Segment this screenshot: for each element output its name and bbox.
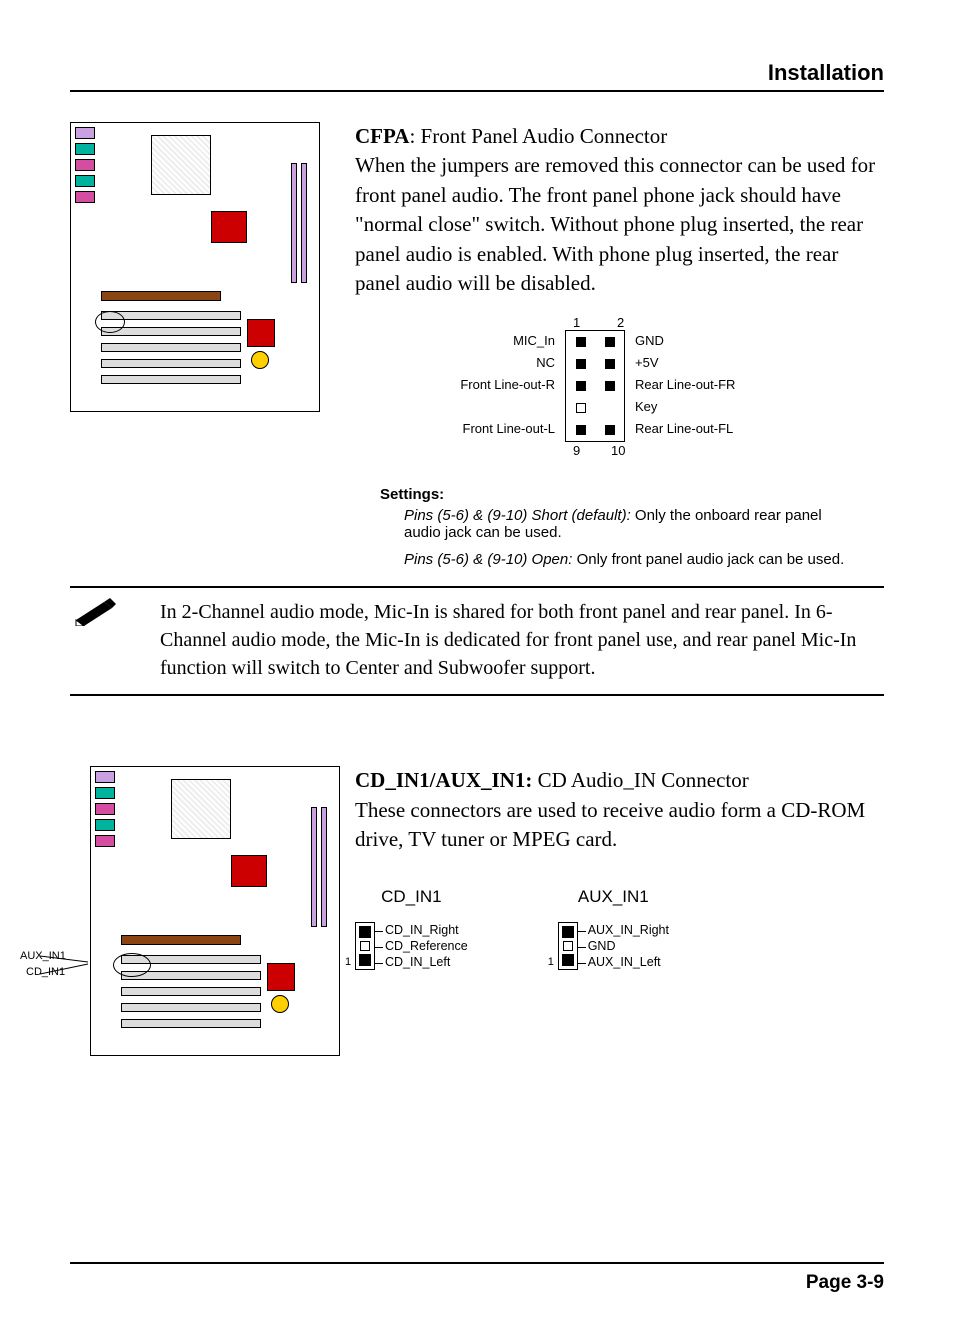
aux-in1-block: AUX_IN1 1 AUX_IN_Right GND AUX_IN_Left xyxy=(558,885,669,971)
footer-rule xyxy=(70,1262,884,1264)
settings-heading: Settings: xyxy=(380,486,860,503)
cfpa-pin-diagram: 1 2 9 10 MIC_In NC Front Line-out-R Fron… xyxy=(395,318,815,468)
cfpa-name: CFPA xyxy=(355,124,409,148)
cfpa-body: When the jumpers are removed this connec… xyxy=(355,151,884,298)
cdin-name: CD_IN1/AUX_IN1: xyxy=(355,768,538,792)
cd-in1-title: CD_IN1 xyxy=(381,885,441,909)
settings-row-2-rest: Only front panel audio jack can be used. xyxy=(577,551,845,568)
aux-pin-label-2: GND xyxy=(588,938,669,954)
locator-label-cd: CD_IN1 xyxy=(26,966,65,978)
note-box: In 2-Channel audio mode, Mic-In is share… xyxy=(70,586,884,696)
cdin-name-rest: CD Audio_IN Connector xyxy=(538,768,749,792)
cfpa-section: CFPA: Front Panel Audio Connector When t… xyxy=(70,122,884,468)
locator-label-aux: AUX_IN1 xyxy=(20,950,66,962)
pin-num-9: 9 xyxy=(573,442,580,460)
settings-row-2: Pins (5-6) & (9-10) Open: Only front pan… xyxy=(404,551,860,568)
pin-right-2: +5V xyxy=(635,354,659,372)
pin-left-3: Front Line-out-R xyxy=(395,376,555,394)
motherboard-diagram-cfpa xyxy=(70,122,325,412)
settings-row-1-em: Pins (5-6) & (9-10) Short (default): xyxy=(404,507,635,524)
cd-pin-label-3: CD_IN_Left xyxy=(385,954,468,970)
note-text: In 2-Channel audio mode, Mic-In is share… xyxy=(160,598,884,682)
pin-right-5: Rear Line-out-FL xyxy=(635,420,733,438)
motherboard-diagram-cdin: AUX_IN1 CD_IN1 xyxy=(70,766,325,1056)
pin-left-1: MIC_In xyxy=(395,332,555,350)
cfpa-text: CFPA: Front Panel Audio Connector When t… xyxy=(355,122,884,468)
connector-row: CD_IN1 1 CD_IN_Right CD_Reference CD_IN_… xyxy=(355,885,884,971)
pin-left-2: NC xyxy=(395,354,555,372)
cdin-section: AUX_IN1 CD_IN1 CD_IN1/AUX_IN1: CD Audio_… xyxy=(70,766,884,1056)
aux-pin-label-1: AUX_IN_Right xyxy=(588,922,669,938)
pin-right-4: Key xyxy=(635,398,657,416)
aux-in1-title: AUX_IN1 xyxy=(578,885,649,909)
cfpa-name-rest: : Front Panel Audio Connector xyxy=(409,124,667,148)
header-rule xyxy=(70,90,884,92)
pencil-icon xyxy=(74,596,118,631)
header-title: Installation xyxy=(70,60,884,86)
aux-pin-label-3: AUX_IN_Left xyxy=(588,954,669,970)
pin-left-5: Front Line-out-L xyxy=(395,420,555,438)
cd-pin-label-2: CD_Reference xyxy=(385,938,468,954)
cfpa-settings: Settings: Pins (5-6) & (9-10) Short (def… xyxy=(380,486,860,568)
settings-row-2-em: Pins (5-6) & (9-10) Open: xyxy=(404,551,577,568)
cdin-body: These connectors are used to receive aud… xyxy=(355,796,884,855)
pin-right-1: GND xyxy=(635,332,664,350)
footer-page-number: Page 3-9 xyxy=(806,1272,884,1294)
cdin-text: CD_IN1/AUX_IN1: CD Audio_IN Connector Th… xyxy=(355,766,884,970)
aux-in1-pin1-label: 1 xyxy=(548,955,554,970)
cd-in1-pin1-label: 1 xyxy=(345,955,351,970)
settings-row-1: Pins (5-6) & (9-10) Short (default): Onl… xyxy=(404,507,860,541)
pin-right-3: Rear Line-out-FR xyxy=(635,376,735,394)
cd-pin-label-1: CD_IN_Right xyxy=(385,922,468,938)
pin-num-10: 10 xyxy=(611,442,625,460)
cd-in1-block: CD_IN1 1 CD_IN_Right CD_Reference CD_IN_… xyxy=(355,885,468,971)
